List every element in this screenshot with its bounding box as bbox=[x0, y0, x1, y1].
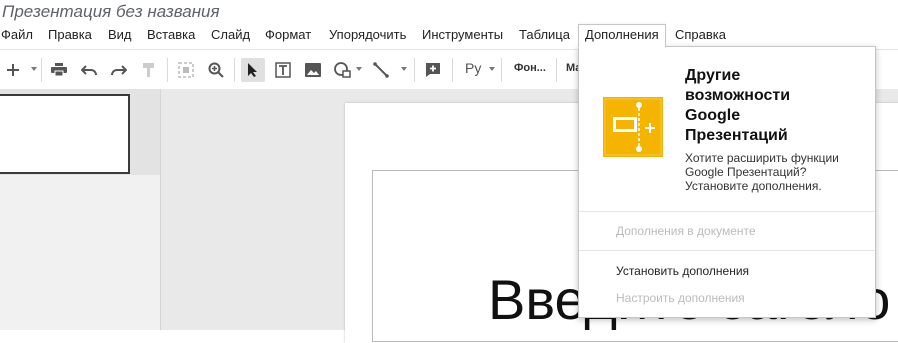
toolbar-divider bbox=[556, 58, 557, 82]
install-addons-item[interactable]: Установить дополнения bbox=[616, 264, 749, 278]
zoom-fit-icon[interactable] bbox=[174, 58, 198, 82]
promo-desc-line: Установите дополнения. bbox=[685, 179, 822, 193]
menu-edit[interactable]: Правка bbox=[45, 24, 95, 46]
toolbar-divider bbox=[234, 58, 235, 82]
menu-addons[interactable]: Дополнения bbox=[578, 24, 666, 48]
menu-file[interactable]: Файл bbox=[0, 24, 36, 46]
menu-bar: Файл Правка Вид Вставка Слайд Формат Упо… bbox=[0, 24, 898, 48]
select-cursor-icon[interactable] bbox=[241, 58, 265, 82]
menu-divider bbox=[579, 211, 875, 212]
promo-title-line: Другие bbox=[685, 67, 741, 84]
toolbar-divider bbox=[167, 58, 168, 82]
document-title[interactable]: Презентация без названия bbox=[2, 2, 220, 22]
paint-format-icon[interactable] bbox=[137, 58, 161, 82]
menu-table[interactable]: Таблица bbox=[516, 24, 573, 46]
menu-tools[interactable]: Инструменты bbox=[419, 24, 506, 46]
menu-arrange[interactable]: Упорядочить bbox=[326, 24, 409, 46]
image-icon[interactable] bbox=[301, 58, 325, 82]
menu-insert[interactable]: Вставка bbox=[144, 24, 198, 46]
undo-icon[interactable] bbox=[77, 58, 101, 82]
add-dropdown-caret[interactable] bbox=[31, 67, 37, 71]
shape-dropdown-caret[interactable] bbox=[356, 67, 362, 71]
promo-title-line: возможности bbox=[685, 87, 791, 104]
promo-title-line: Google bbox=[685, 107, 741, 124]
addons-promo-description: Хотите расширить функции Google Презента… bbox=[685, 151, 867, 193]
toolbar-divider bbox=[41, 58, 42, 82]
background-button[interactable]: Фон... bbox=[514, 62, 546, 74]
add-icon[interactable] bbox=[1, 58, 25, 82]
shape-icon[interactable] bbox=[331, 58, 355, 82]
spellcheck-language[interactable]: Ру bbox=[465, 60, 481, 76]
toolbar-divider bbox=[501, 58, 502, 82]
spellcheck-dropdown-caret[interactable] bbox=[489, 67, 495, 71]
print-icon[interactable] bbox=[47, 58, 71, 82]
text-box-icon[interactable] bbox=[271, 58, 295, 82]
addons-icon bbox=[603, 97, 663, 157]
zoom-icon[interactable] bbox=[204, 58, 228, 82]
line-icon[interactable] bbox=[369, 58, 393, 82]
addons-in-document-label: Дополнения в документе bbox=[616, 224, 756, 238]
manage-addons-item: Настроить дополнения bbox=[616, 291, 745, 305]
slide-thumbnail[interactable] bbox=[0, 94, 130, 174]
promo-desc-line: Хотите расширить функции bbox=[685, 151, 839, 165]
promo-title-line: Презентаций bbox=[685, 127, 788, 144]
promo-desc-line: Google Презентаций? bbox=[685, 165, 807, 179]
addons-dropdown-menu: Другие возможности Google Презентаций Хо… bbox=[578, 46, 876, 318]
menu-view[interactable]: Вид bbox=[105, 24, 135, 46]
menu-help[interactable]: Справка bbox=[672, 24, 729, 46]
addons-promo-title: Другие возможности Google Презентаций bbox=[685, 66, 865, 146]
toolbar-divider bbox=[414, 58, 415, 82]
line-dropdown-caret[interactable] bbox=[401, 67, 407, 71]
menu-format[interactable]: Формат bbox=[262, 24, 314, 46]
comment-icon[interactable] bbox=[421, 58, 445, 82]
toolbar-divider bbox=[452, 58, 453, 82]
menu-divider bbox=[579, 250, 875, 251]
redo-icon[interactable] bbox=[107, 58, 131, 82]
menu-slide[interactable]: Слайд bbox=[208, 24, 253, 46]
